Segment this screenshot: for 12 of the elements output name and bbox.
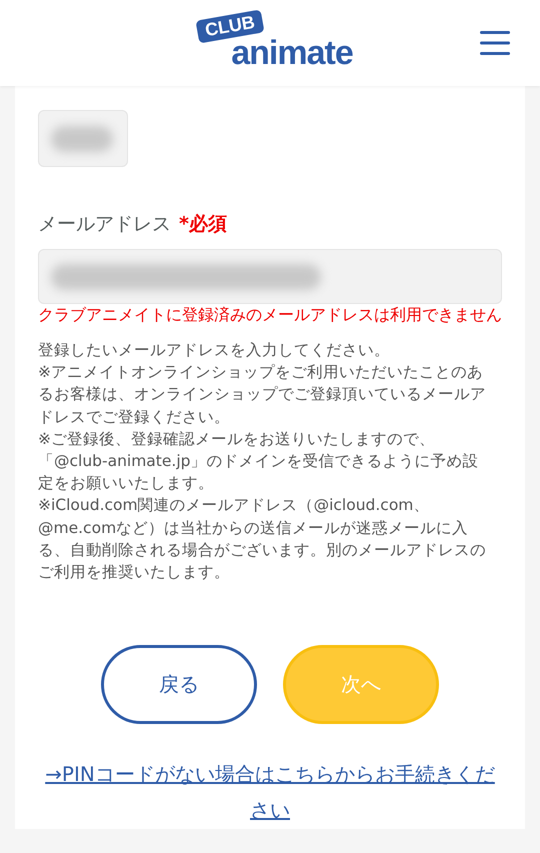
field-label: メールアドレス [38, 212, 171, 237]
menu-icon[interactable] [480, 30, 510, 56]
note-text: ※アニメイトオンラインショップをご利用いただいたことのあるお客様は、オンラインショップでご登録頂いているメールアドレスでご登録ください。 [38, 362, 487, 428]
note-text: 登録したいメールアドレスを入力してください。 [38, 340, 391, 361]
pin-field[interactable] [38, 110, 128, 167]
note-text: ※iCloud.com関連のメールアドレス（@icloud.com、@me.comなど）は当社からの送信メールが迷惑メールに入る、自動削除される場合がございます。別のメールアドレスのご利用を推奨いたします。 [38, 495, 487, 584]
pin-link[interactable]: →PINコードがない場合はこちらからお手続きください [38, 756, 502, 828]
required-mark: *必須 [179, 212, 227, 237]
back-button[interactable]: 戻る [101, 645, 257, 724]
email-field[interactable] [38, 249, 502, 304]
note-text: ※ご登録後、登録確認メールをお送りいたしますので、「@club-animate.jp」のドメインを受信できるように予め設定をお願いいたします。 [38, 428, 480, 494]
error-message: クラブアニメイトに登録済みのメールアドレスは利用できません [38, 306, 502, 323]
